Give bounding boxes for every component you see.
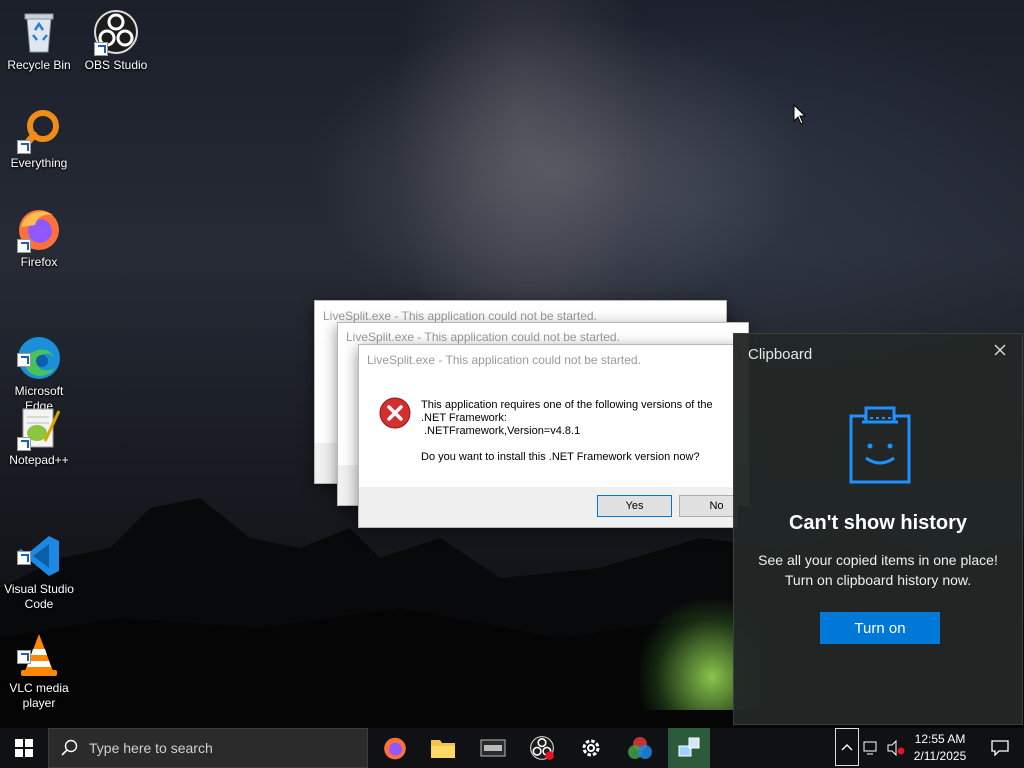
taskbar: Type here to search 12:55 AM 2/11/2025 [0, 728, 1024, 768]
message-line: .NETFramework,Version=v4.8.1 [424, 425, 581, 437]
desktop-icon-obs-studio[interactable]: OBS Studio [78, 8, 154, 73]
desktop-icon-label: Everything [10, 156, 68, 170]
shortcut-arrow-icon [17, 353, 31, 367]
show-hidden-icons-button[interactable] [835, 728, 859, 766]
dialog-message: This application requires one of the fol… [421, 399, 737, 464]
message-line: This application requires one of the fol… [421, 399, 713, 411]
clock-time: 12:55 AM [914, 732, 966, 746]
desktop-icon-everything[interactable]: Everything [1, 106, 77, 171]
dialog-footer: Yes No [359, 487, 737, 527]
mouse-cursor-icon [793, 104, 807, 125]
clipboard-heading: Can't show history [788, 512, 968, 534]
volume-tray-button[interactable] [884, 728, 908, 768]
network-tray-button[interactable] [860, 728, 884, 768]
windows-logo-icon [15, 739, 33, 757]
clipboard-description: See all your copied items in one place! … [734, 550, 1022, 590]
desktop-icon-recycle-bin[interactable]: Recycle Bin [1, 8, 77, 73]
notification-icon [991, 740, 1009, 756]
firefox-icon [384, 737, 406, 760]
desktop-icon-label: Notepad++ [9, 453, 69, 467]
turn-on-button[interactable]: Turn on [820, 612, 940, 644]
search-box[interactable]: Type here to search [48, 728, 368, 768]
start-button[interactable] [0, 728, 48, 768]
recycle-bin-icon [24, 13, 54, 53]
taskbar-terminal[interactable] [469, 728, 517, 768]
error-dialog-front[interactable]: LiveSplit.exe - This application could n… [358, 344, 738, 528]
taskbar-color-app[interactable] [616, 728, 664, 768]
shortcut-arrow-icon [94, 42, 108, 56]
color-app-icon [628, 737, 652, 759]
terminal-icon [480, 739, 506, 757]
dialog-title: LiveSplit.exe - This application could n… [367, 353, 641, 367]
no-button[interactable]: No [679, 495, 737, 517]
search-placeholder: Type here to search [89, 740, 213, 756]
search-icon [61, 739, 78, 756]
taskbar-file-explorer[interactable] [419, 728, 467, 768]
clipboard-smile-icon [849, 406, 911, 484]
desktop-icon-notepadpp[interactable]: Notepad++ [1, 403, 77, 468]
desktop-icon-label: VLC media player [9, 681, 69, 710]
taskbar-firefox[interactable] [371, 728, 419, 768]
shortcut-arrow-icon [17, 140, 31, 154]
error-icon [379, 397, 411, 429]
yes-button[interactable]: Yes [597, 495, 672, 517]
desktop-icon-label: OBS Studio [84, 58, 148, 72]
clipboard-title: Clipboard [748, 346, 813, 363]
settings-icon [582, 739, 600, 757]
desktop-icon-label: Recycle Bin [7, 58, 71, 72]
desktop: Recycle Bin OBS Studio Everything Firefo… [0, 0, 1024, 728]
clipboard-panel[interactable]: Clipboard Can't show history See all you… [733, 333, 1023, 725]
clipboard-line: See all your copied items in one place! [758, 552, 998, 568]
desktop-icon-vlc[interactable]: VLC media player [1, 601, 77, 726]
file-explorer-icon [431, 740, 455, 758]
clock[interactable]: 12:55 AM 2/11/2025 [910, 731, 970, 765]
desktop-icon-firefox[interactable]: Firefox [1, 205, 77, 270]
message-line: .NET Framework: [421, 412, 507, 424]
clipboard-line: Turn on clipboard history now. [784, 572, 972, 588]
network-icon [863, 741, 877, 755]
shortcut-arrow-icon [17, 437, 31, 451]
close-icon[interactable] [992, 342, 1008, 358]
action-center-button[interactable] [976, 728, 1024, 768]
message-question: Do you want to install this .NET Framewo… [421, 451, 700, 463]
shortcut-arrow-icon [17, 239, 31, 253]
network-app-icon [678, 737, 700, 757]
taskbar-settings[interactable] [567, 728, 615, 768]
taskbar-obs[interactable] [518, 728, 566, 768]
clock-date: 2/11/2025 [913, 749, 967, 763]
chevron-up-icon [841, 744, 853, 751]
taskbar-network-app[interactable] [668, 728, 710, 768]
shortcut-arrow-icon [17, 650, 31, 664]
obs-icon [530, 736, 554, 760]
desktop-icon-label: Firefox [20, 255, 58, 269]
shortcut-arrow-icon [17, 551, 31, 565]
volume-muted-icon [887, 740, 905, 756]
